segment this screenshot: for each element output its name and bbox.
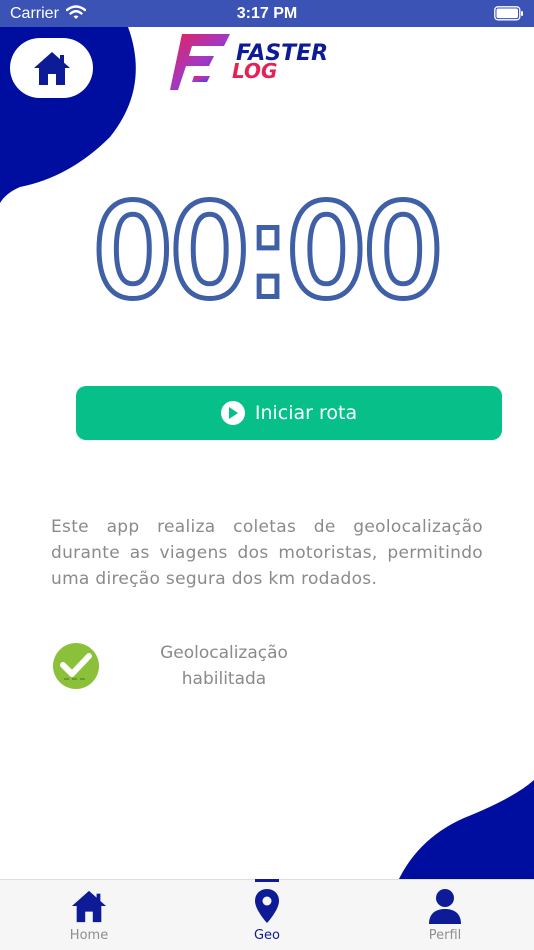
- active-tab-indicator: [255, 879, 279, 882]
- clock-time: 3:17 PM: [236, 5, 298, 22]
- status-bar: Carrier 3:17 PM: [0, 0, 534, 27]
- tab-perfil-label: Perfil: [428, 928, 462, 943]
- check-icon: [53, 643, 99, 689]
- start-route-button[interactable]: Iniciar rota: [76, 386, 502, 440]
- start-route-label: Iniciar rota: [254, 402, 358, 424]
- play-icon: [220, 401, 245, 425]
- decorative-blob-bottom: [394, 780, 534, 890]
- home-icon: [71, 890, 107, 923]
- battery-icon: [494, 6, 524, 26]
- location-pin-icon: [255, 889, 279, 923]
- geolocation-status-line1: Geolocalização: [160, 643, 288, 663]
- home-icon: [33, 52, 70, 85]
- tab-geo[interactable]: Geo: [207, 879, 327, 950]
- tab-bar: Home Geo Perfil: [0, 879, 534, 950]
- route-timer: 00:00: [88, 190, 447, 310]
- tab-perfil[interactable]: Perfil: [385, 880, 505, 950]
- fasterlog-logo: FASTER LOG: [170, 34, 328, 90]
- tab-geo-label: Geo: [253, 928, 281, 943]
- person-icon: [429, 889, 461, 924]
- logo-text-log: LOG: [232, 59, 277, 83]
- app-description: Este app realiza coletas de geolocalizaç…: [51, 517, 483, 589]
- tab-home[interactable]: Home: [29, 880, 149, 950]
- tab-home-label: Home: [69, 928, 109, 943]
- geolocation-status: Geolocalização habilitada: [140, 640, 308, 692]
- geolocation-status-line2: habilitada: [181, 669, 267, 689]
- home-button[interactable]: [10, 38, 93, 98]
- timer-value: 00:00: [93, 190, 440, 310]
